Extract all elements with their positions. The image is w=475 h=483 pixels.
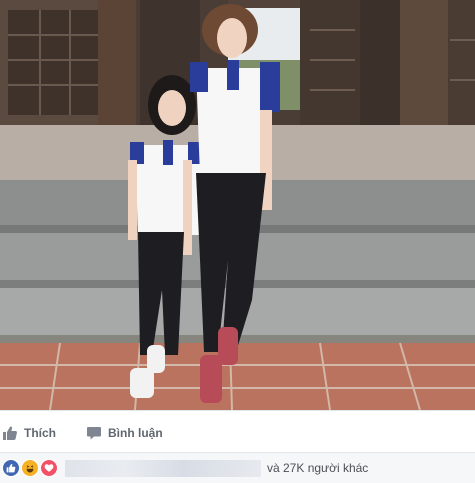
comment-icon — [86, 425, 102, 441]
post-photo[interactable] — [0, 0, 475, 410]
reaction-icons[interactable] — [2, 459, 59, 477]
blurred-reactor-names — [65, 459, 261, 477]
like-reaction-icon — [2, 459, 20, 477]
like-button[interactable]: Thích — [2, 425, 56, 441]
post-divider — [0, 410, 475, 411]
like-icon — [2, 425, 18, 441]
comment-button-label: Bình luận — [108, 426, 163, 440]
reaction-count-text[interactable]: và 27K người khác — [267, 461, 368, 475]
love-reaction-icon — [40, 459, 58, 477]
reactions-bar: và 27K người khác — [0, 452, 475, 483]
comment-button[interactable]: Bình luận — [86, 425, 163, 441]
post-action-bar: Thích Bình luận — [0, 418, 475, 448]
like-button-label: Thích — [24, 426, 56, 440]
photo-scene — [0, 0, 475, 410]
haha-reaction-icon — [21, 459, 39, 477]
